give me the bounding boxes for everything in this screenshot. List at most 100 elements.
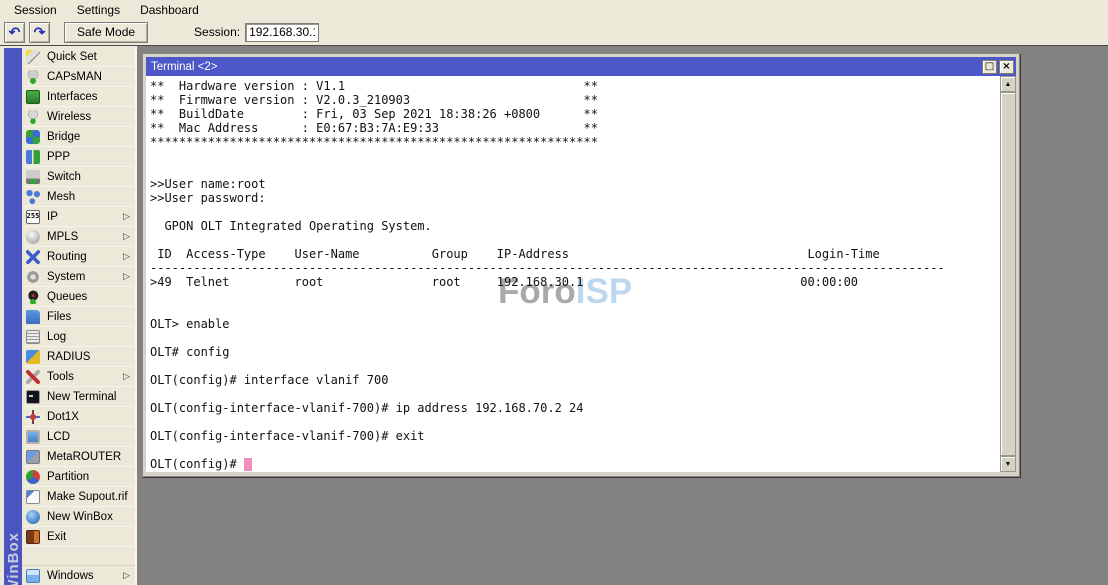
sidebar-item-metarouter[interactable]: MetaROUTER: [22, 447, 135, 467]
sidebar-item-label: Log: [47, 331, 66, 343]
workspace: Terminal <2> □ × ForoISP ** Hardware ver…: [137, 46, 1108, 585]
mpls-icon: [26, 230, 40, 244]
sidebar-items: Quick Set CAPsMAN Interfaces Wireless Bridge…: [22, 47, 135, 547]
sidebar-item-routing[interactable]: Routing▷: [22, 247, 135, 267]
maximize-button[interactable]: □: [982, 60, 997, 74]
sidebar-item-log[interactable]: Log: [22, 327, 135, 347]
sidebar-item-label: Interfaces: [47, 91, 98, 103]
sidebar-item-label: Switch: [47, 171, 81, 183]
menu-dashboard[interactable]: Dashboard: [132, 2, 207, 18]
terminal-text: ** Hardware version : V1.1 ** ** Firmwar…: [150, 79, 945, 471]
sidebar-item-quick-set[interactable]: Quick Set: [22, 47, 135, 67]
sidebar-item-queues[interactable]: Queues: [22, 287, 135, 307]
scrollbar-thumb[interactable]: [1000, 92, 1016, 456]
sidebar-item-dot1x[interactable]: Dot1X: [22, 407, 135, 427]
sidebar-item-partition[interactable]: Partition: [22, 467, 135, 487]
undo-icon: ↶: [9, 25, 21, 39]
sidebar-item-files[interactable]: Files: [22, 307, 135, 327]
sidebar-item-windows[interactable]: Windows▷: [22, 565, 135, 585]
submenu-arrow-icon: ▷: [123, 371, 130, 382]
sidebar-item-label: Exit: [47, 531, 66, 543]
sidebar-item-mesh[interactable]: Mesh: [22, 187, 135, 207]
main-area: WinBox Quick Set CAPsMAN Interfaces Wireles…: [0, 46, 1108, 585]
scroll-down-button[interactable]: ▼: [1000, 456, 1016, 472]
redo-icon: ↷: [34, 25, 46, 39]
submenu-arrow-icon: ▷: [123, 211, 130, 222]
sidebar-item-label: Dot1X: [47, 411, 79, 423]
sidebar-item-label: Wireless: [47, 111, 91, 123]
dot1x-icon: [26, 410, 40, 424]
sidebar-item-mpls[interactable]: MPLS ▷: [22, 227, 135, 247]
wand-icon: [26, 50, 40, 64]
windows-icon: [26, 569, 40, 583]
sidebar-item-label: MetaROUTER: [47, 451, 121, 463]
partition-icon: [26, 470, 40, 484]
terminal-icon: [26, 390, 40, 404]
sidebar-item-bridge[interactable]: Bridge: [22, 127, 135, 147]
radius-icon: [26, 350, 40, 364]
session-label: Session:: [194, 25, 240, 39]
mesh-icon: [26, 190, 40, 204]
sidebar-item-interfaces[interactable]: Interfaces: [22, 87, 135, 107]
undo-button[interactable]: ↶: [4, 22, 25, 43]
close-icon: ×: [1002, 62, 1010, 72]
interfaces-icon: [26, 90, 40, 104]
session-input[interactable]: [245, 23, 319, 42]
submenu-arrow-icon: ▷: [123, 271, 130, 282]
sidebar-item-label: Tools: [47, 371, 74, 383]
sidebar-item-capsman[interactable]: CAPsMAN: [22, 67, 135, 87]
sidebar: WinBox Quick Set CAPsMAN Interfaces Wireles…: [0, 46, 137, 585]
sidebar-item-switch[interactable]: Switch: [22, 167, 135, 187]
ip-icon: 255: [26, 210, 40, 224]
titlebar-buttons: □ ×: [982, 60, 1014, 74]
sidebar-item-label: New Terminal: [47, 391, 116, 403]
terminal-window: Terminal <2> □ × ForoISP ** Hardware ver…: [142, 53, 1020, 477]
sidebar-item-label: Queues: [47, 291, 87, 303]
sidebar-item-label: Windows: [47, 570, 94, 582]
winbox-app: Session Settings Dashboard ↶ ↷ Safe Mode…: [0, 0, 1108, 585]
sidebar-item-ip[interactable]: 255 IP ▷: [22, 207, 135, 227]
sidebar-item-exit[interactable]: Exit: [22, 527, 135, 547]
menu-settings[interactable]: Settings: [69, 2, 128, 18]
bridge-icon: [26, 130, 40, 144]
sidebar-item-label: New WinBox: [47, 511, 113, 523]
sidebar-item-tools[interactable]: Tools ▷: [22, 367, 135, 387]
terminal-output[interactable]: ** Hardware version : V1.1 ** ** Firmwar…: [146, 76, 1016, 472]
sidebar-item-wireless[interactable]: Wireless: [22, 107, 135, 127]
sidebar-item-label: MPLS: [47, 231, 78, 243]
sidebar-item-label: Make Supout.rif: [47, 491, 128, 503]
scroll-down-icon: ▼: [1005, 461, 1012, 468]
system-icon: [26, 270, 40, 284]
capsman-icon: [26, 70, 40, 84]
sidebar-item-label: RADIUS: [47, 351, 90, 363]
terminal-titlebar[interactable]: Terminal <2> □ ×: [146, 57, 1016, 76]
sidebar-item-lcd[interactable]: LCD: [22, 427, 135, 447]
scroll-up-button[interactable]: ▲: [1000, 76, 1016, 92]
sidebar-item-label: IP: [47, 211, 58, 223]
maximize-icon: □: [985, 62, 994, 72]
sidebar-item-new-terminal[interactable]: New Terminal: [22, 387, 135, 407]
menu-session[interactable]: Session: [6, 2, 65, 18]
sidebar-item-label: Bridge: [47, 131, 80, 143]
redo-button[interactable]: ↷: [29, 22, 50, 43]
sidebar-item-label: Quick Set: [47, 51, 97, 63]
safe-mode-button[interactable]: Safe Mode: [64, 22, 148, 43]
sidebar-item-label: Files: [47, 311, 71, 323]
sidebar-item-new-winbox[interactable]: New WinBox: [22, 507, 135, 527]
sidebar-item-system[interactable]: System▷: [22, 267, 135, 287]
tools-icon: [26, 370, 40, 384]
log-icon: [26, 330, 40, 344]
menu-bar: Session Settings Dashboard: [0, 0, 1108, 19]
icon-text: 255: [27, 213, 40, 220]
sidebar-item-radius[interactable]: RADIUS: [22, 347, 135, 367]
sidebar-item-make-supout-rif[interactable]: Make Supout.rif: [22, 487, 135, 507]
submenu-arrow-icon: ▷: [123, 251, 130, 262]
submenu-arrow-icon: ▷: [123, 231, 130, 242]
switch-icon: [26, 170, 40, 184]
winbox-brand-strip: WinBox: [4, 48, 22, 585]
sidebar-item-ppp[interactable]: PPP: [22, 147, 135, 167]
terminal-scrollbar[interactable]: ▲ ▼: [1000, 76, 1016, 472]
exit-icon: [26, 530, 40, 544]
routing-icon: [26, 250, 40, 264]
close-button[interactable]: ×: [999, 60, 1014, 74]
